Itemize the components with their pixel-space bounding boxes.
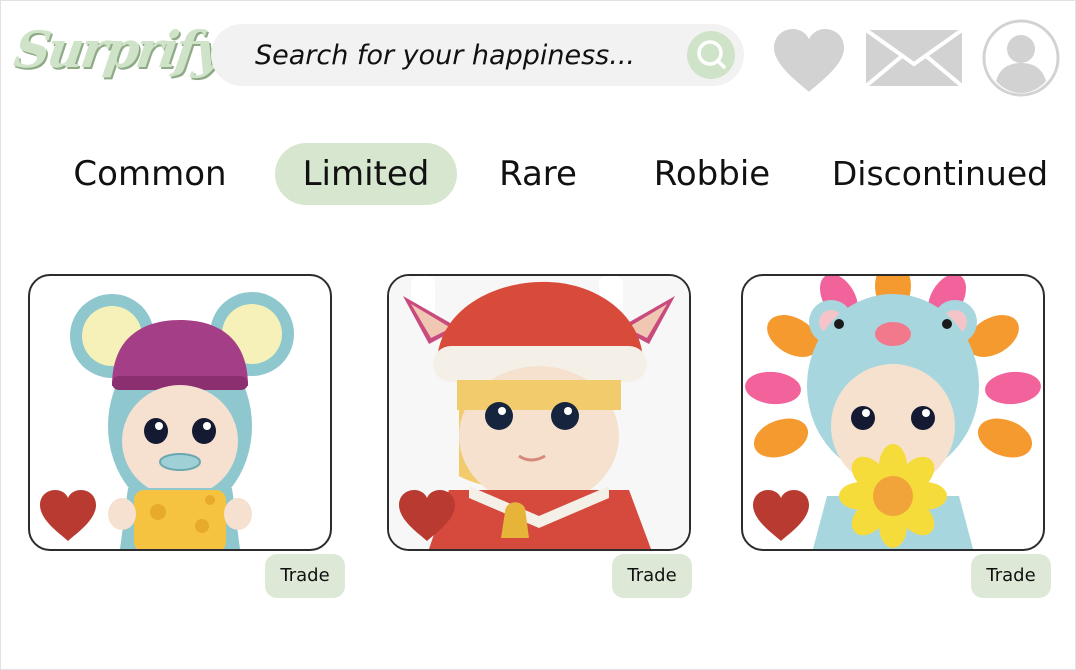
search-button[interactable] [687,31,735,79]
search-bar [211,24,744,86]
favorite-heart-icon[interactable] [38,489,98,543]
mail-icon[interactable] [864,28,964,88]
tab-common[interactable]: Common [60,143,240,205]
tab-discontinued[interactable]: Discontinued [822,143,1058,205]
favorite-heart-icon[interactable] [397,489,457,543]
search-input[interactable] [253,34,677,76]
trade-button[interactable]: Trade [265,554,345,598]
tab-robbie[interactable]: Robbie [640,143,784,205]
product-card[interactable] [28,274,332,551]
brand-logo[interactable]: Surprify [9,20,225,90]
favorites-heart-icon[interactable] [772,28,846,94]
tab-rare[interactable]: Rare [480,143,596,205]
search-icon [697,40,726,69]
product-card[interactable] [741,274,1045,551]
user-avatar-icon[interactable] [982,19,1060,97]
product-card[interactable] [387,274,691,551]
tab-limited[interactable]: Limited [275,143,457,205]
favorite-heart-icon[interactable] [751,489,811,543]
trade-button[interactable]: Trade [971,554,1051,598]
trade-button[interactable]: Trade [612,554,692,598]
